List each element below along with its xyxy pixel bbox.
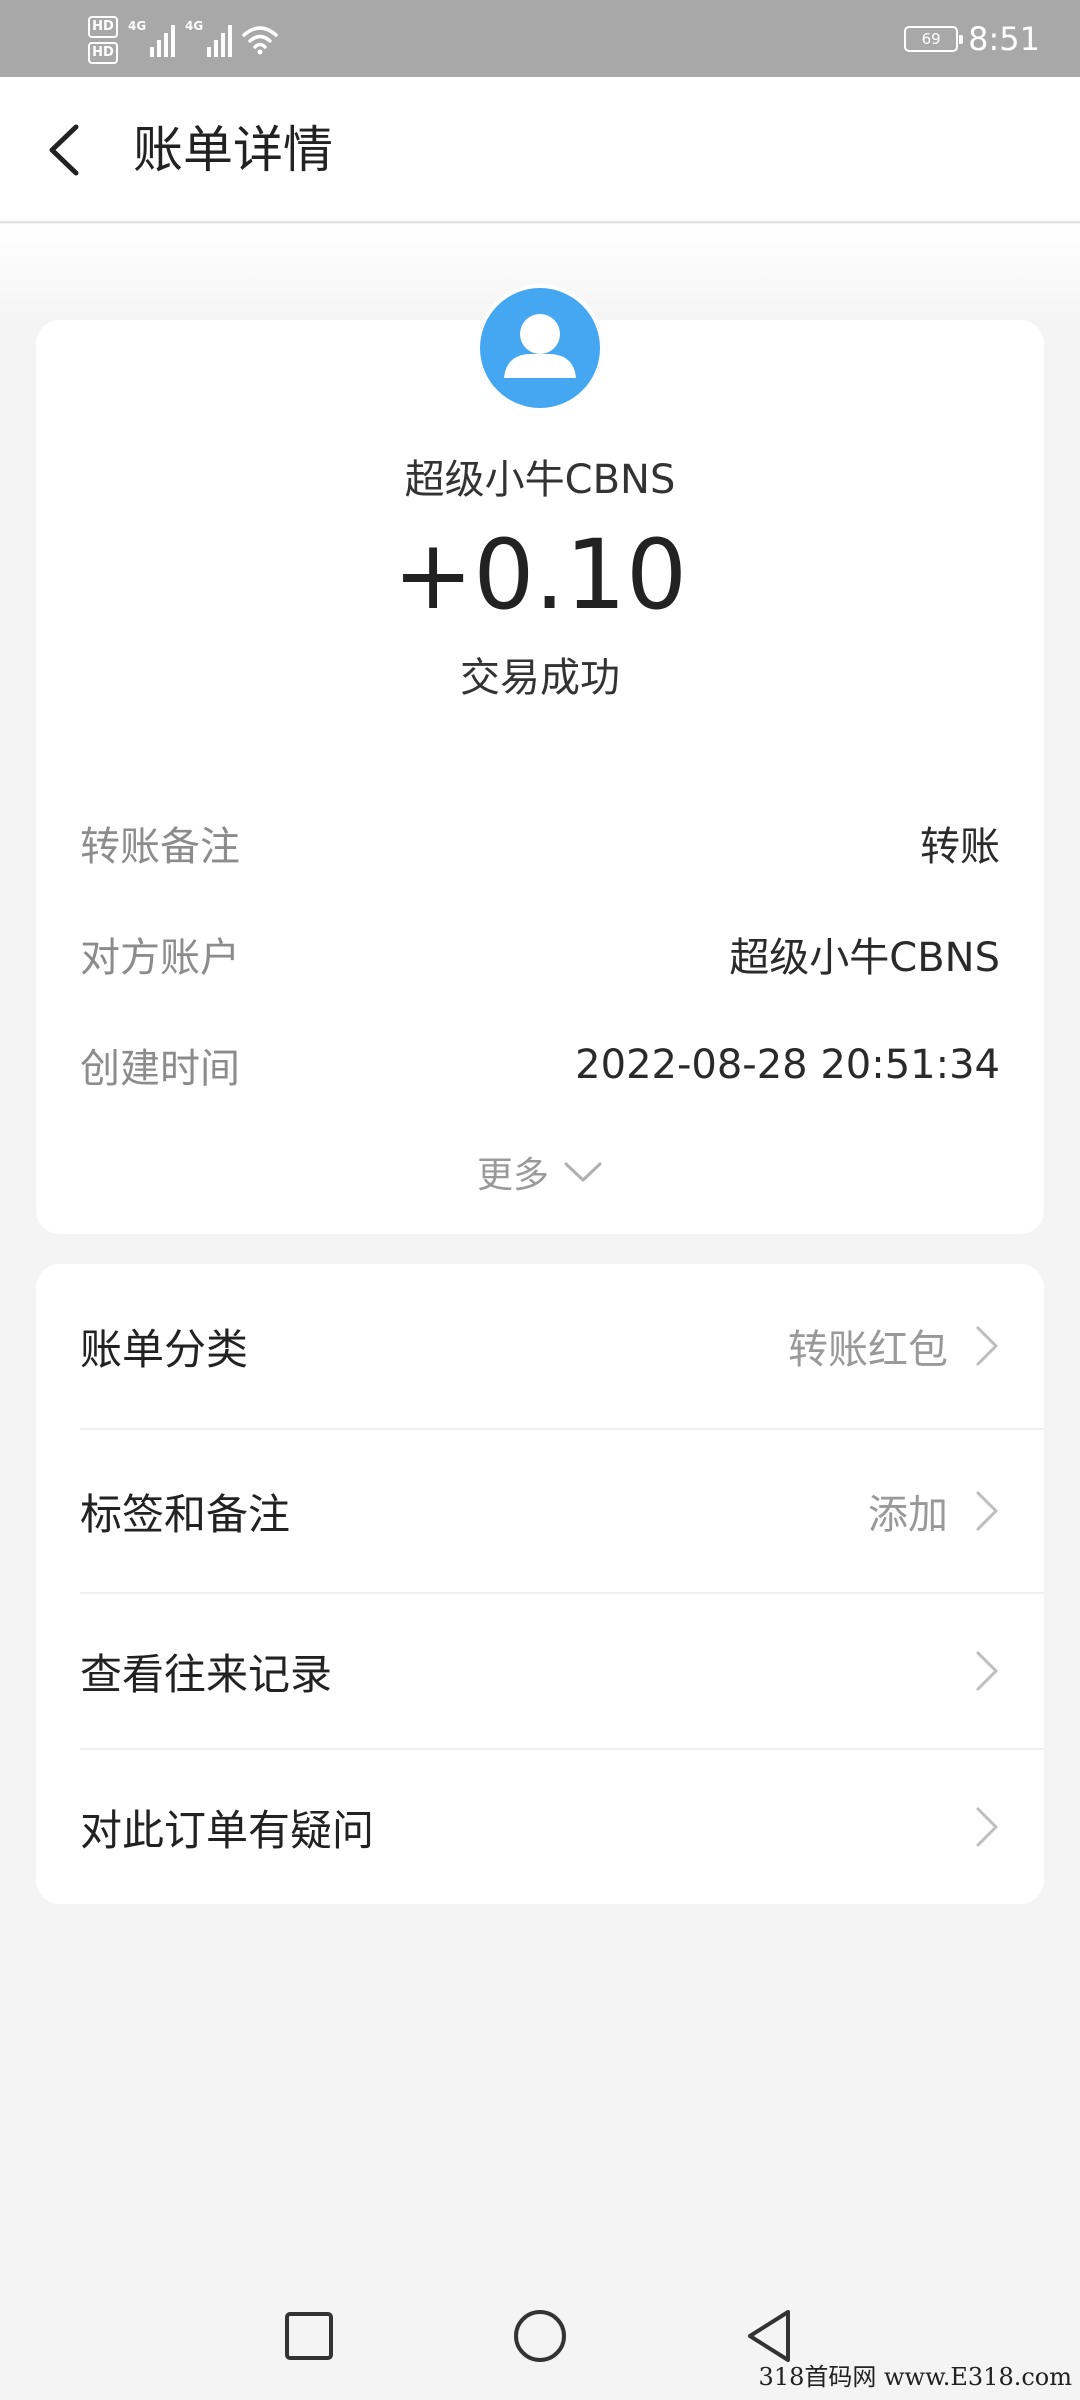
list-item-value: 添加 bbox=[868, 1492, 948, 1538]
detail-label: 对方账户 bbox=[80, 935, 240, 981]
detail-row-account: 对方账户 超级小牛CBNS bbox=[80, 919, 1000, 989]
chevron-left-icon[interactable] bbox=[40, 117, 90, 183]
chevron-right-icon bbox=[976, 1651, 998, 1691]
network-type-1: 4G bbox=[128, 19, 147, 33]
system-nav-bar: 318首码网 www.E318.com bbox=[0, 2276, 1080, 2400]
hd-badge-2: HD bbox=[88, 42, 118, 64]
detail-label: 创建时间 bbox=[80, 1046, 240, 1092]
user-avatar-icon[interactable] bbox=[480, 288, 600, 408]
battery-icon: 69 bbox=[904, 25, 964, 52]
detail-value: 转账 bbox=[920, 824, 1000, 870]
transaction-status: 交易成功 bbox=[460, 655, 620, 701]
network-type-2: 4G bbox=[185, 19, 204, 33]
wifi-icon bbox=[242, 26, 278, 55]
status-icons-right: 69 8:51 bbox=[904, 0, 1040, 77]
recents-square-icon[interactable] bbox=[279, 2306, 339, 2366]
chevron-right-icon bbox=[976, 1491, 998, 1531]
signal-1-icon: 4G bbox=[128, 19, 175, 57]
home-circle-icon[interactable] bbox=[510, 2306, 570, 2366]
more-label: 更多 bbox=[476, 1155, 549, 1196]
chevron-right-icon bbox=[976, 1326, 998, 1366]
list-item-label: 查看往来记录 bbox=[80, 1649, 333, 1699]
list-item-tags-notes[interactable]: 标签和备注 添加 bbox=[80, 1430, 1044, 1592]
transaction-amount: +0.10 bbox=[392, 519, 688, 631]
detail-value: 超级小牛CBNS bbox=[729, 935, 1000, 981]
detail-value: 2022-08-28 20:51:34 bbox=[575, 1042, 1000, 1088]
counterparty-name: 超级小牛CBNS bbox=[404, 457, 676, 503]
status-icons-left: HD HD 4G 4G bbox=[88, 10, 278, 70]
transaction-summary-card: 超级小牛CBNS +0.10 交易成功 转账备注 转账 对方账户 超级小牛CBN… bbox=[36, 284, 1044, 1234]
list-item-label: 账单分类 bbox=[80, 1324, 249, 1374]
chevron-right-icon bbox=[976, 1807, 998, 1847]
list-item-bill-category[interactable]: 账单分类 转账红包 bbox=[80, 1264, 1044, 1428]
hd-badge-1: HD bbox=[88, 16, 118, 38]
chevron-down-icon bbox=[564, 1162, 602, 1182]
clock: 8:51 bbox=[968, 19, 1040, 58]
hd-indicators: HD HD bbox=[88, 16, 118, 64]
list-item-label: 标签和备注 bbox=[80, 1489, 291, 1539]
status-bar: HD HD 4G 4G 69 8:51 bbox=[0, 0, 1080, 77]
detail-row-created-time: 创建时间 2022-08-28 20:51:34 bbox=[80, 1030, 1000, 1100]
bill-actions-card: 账单分类 转账红包 标签和备注 添加 查看往来记录 对此订单有疑问 bbox=[36, 1264, 1044, 1904]
list-item-label: 对此订单有疑问 bbox=[80, 1805, 375, 1855]
list-item-transaction-history[interactable]: 查看往来记录 bbox=[80, 1594, 1044, 1748]
list-item-order-question[interactable]: 对此订单有疑问 bbox=[80, 1750, 1044, 1904]
detail-label: 转账备注 bbox=[80, 824, 240, 870]
detail-row-remark: 转账备注 转账 bbox=[80, 808, 1000, 878]
avatar-frame bbox=[476, 284, 604, 412]
page-title: 账单详情 bbox=[133, 121, 333, 179]
battery-level: 69 bbox=[921, 29, 941, 48]
signal-2-icon: 4G bbox=[185, 19, 232, 57]
app-header: 账单详情 bbox=[0, 77, 1080, 223]
more-button[interactable]: 更多 bbox=[36, 1140, 1044, 1204]
watermark: 318首码网 www.E318.com bbox=[758, 2363, 1072, 2391]
list-item-value: 转账红包 bbox=[788, 1327, 948, 1373]
